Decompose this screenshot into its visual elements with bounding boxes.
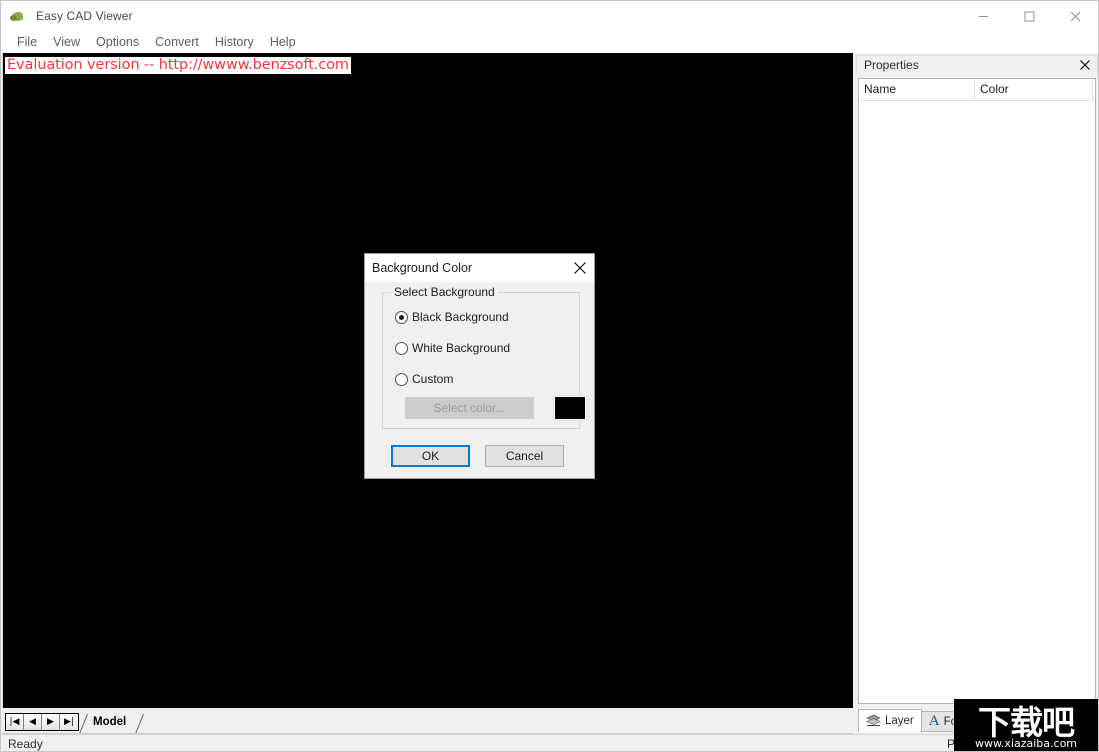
close-icon[interactable] xyxy=(1052,1,1098,31)
radio-black-background[interactable]: Black Background xyxy=(395,310,509,324)
radio-white-background[interactable]: White Background xyxy=(395,341,510,355)
properties-title: Properties xyxy=(864,58,919,72)
menu-item-file[interactable]: File xyxy=(9,33,45,51)
layers-icon xyxy=(866,714,881,727)
properties-column-headers: Name Color xyxy=(859,79,1095,101)
maximize-icon[interactable] xyxy=(1006,1,1052,31)
tab-model[interactable]: Model xyxy=(78,714,145,734)
select-color-button: Select color... xyxy=(405,397,534,419)
nav-first-button[interactable]: |◀ xyxy=(6,714,24,730)
groupbox-label: Select Background xyxy=(391,285,498,299)
color-swatch-preview xyxy=(553,395,587,421)
menu-item-view[interactable]: View xyxy=(45,33,88,51)
radio-black-background-indicator[interactable] xyxy=(395,310,408,324)
radio-custom-indicator[interactable] xyxy=(395,372,408,386)
menu-item-options[interactable]: Options xyxy=(88,33,147,51)
tab-layer[interactable]: Layer xyxy=(858,709,922,732)
nav-previous-button[interactable]: ◀ xyxy=(24,714,42,730)
properties-close-icon[interactable] xyxy=(1078,58,1092,72)
dialog-title-bar: Background Color xyxy=(365,254,594,282)
watermark-logo-text: 下载吧 xyxy=(978,703,1075,742)
evaluation-banner: Evaluation version -- http://wwww.benzso… xyxy=(5,57,351,74)
cancel-button[interactable]: Cancel xyxy=(485,445,564,467)
ok-button[interactable]: OK xyxy=(391,445,470,467)
radio-custom-label: Custom xyxy=(412,372,454,386)
model-tab-strip: |◀ ◀ ▶ ▶| Model xyxy=(2,710,853,734)
layout-nav-buttons: |◀ ◀ ▶ ▶| xyxy=(5,713,79,731)
minimize-icon[interactable] xyxy=(960,1,1006,31)
site-watermark: 下载吧 www.xiazaiba.com xyxy=(954,699,1098,751)
properties-panel: Properties Name Color Layer A xyxy=(856,55,1098,734)
select-background-groupbox: Select Background Black Background White… xyxy=(382,285,587,429)
column-header-name[interactable]: Name xyxy=(859,79,975,100)
tab-layer-label: Layer xyxy=(885,714,914,727)
font-a-icon: A xyxy=(928,713,940,729)
radio-white-background-indicator[interactable] xyxy=(395,341,408,355)
window-title: Easy CAD Viewer xyxy=(36,9,133,23)
tab-model-label: Model xyxy=(93,716,127,728)
column-header-color[interactable]: Color xyxy=(975,79,1093,100)
dialog-close-icon[interactable] xyxy=(572,260,588,276)
properties-list[interactable]: Name Color xyxy=(858,78,1096,704)
radio-black-background-label: Black Background xyxy=(412,310,509,324)
nav-last-button[interactable]: ▶| xyxy=(60,714,78,730)
menu-item-history[interactable]: History xyxy=(207,33,262,51)
properties-header: Properties xyxy=(856,55,1098,74)
tab-edge-left xyxy=(78,714,89,734)
radio-white-background-label: White Background xyxy=(412,341,511,355)
tab-edge-right xyxy=(135,714,145,734)
status-message: Ready xyxy=(8,736,43,751)
radio-custom[interactable]: Custom xyxy=(395,372,453,386)
background-color-dialog: Background Color Select Background Black… xyxy=(364,253,595,479)
turtle-icon xyxy=(10,8,26,24)
nav-next-button[interactable]: ▶ xyxy=(42,714,60,730)
menu-item-convert[interactable]: Convert xyxy=(147,33,207,51)
window-controls xyxy=(960,1,1098,31)
menu-item-help[interactable]: Help xyxy=(262,33,304,51)
dialog-title: Background Color xyxy=(372,261,473,275)
menu-bar: File View Options Convert History Help xyxy=(1,31,1098,53)
application-window: Easy CAD Viewer File View Options Conver… xyxy=(0,0,1099,752)
watermark-url: www.xiazaiba.com xyxy=(974,737,1078,750)
title-bar: Easy CAD Viewer xyxy=(1,1,1098,31)
status-bar: Ready P xyxy=(2,734,1098,751)
